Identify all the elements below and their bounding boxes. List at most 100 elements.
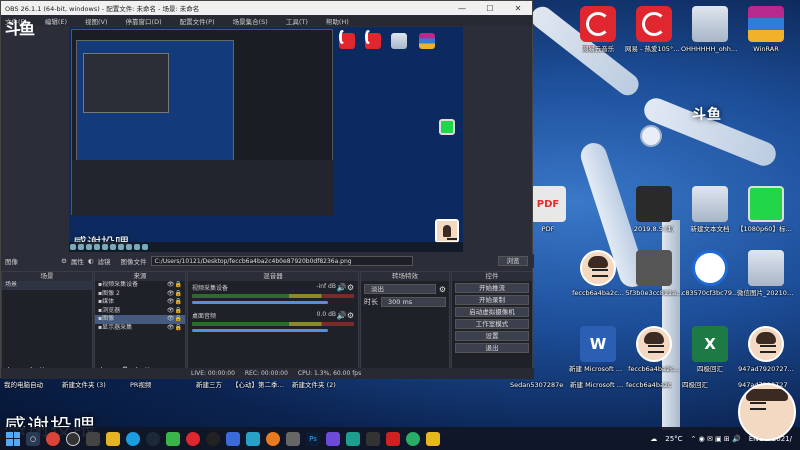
transition-select[interactable]: 淡出: [364, 284, 436, 294]
desktop-icon[interactable]: feccb6a4ba2c...: [626, 326, 682, 373]
app-icon-blue[interactable]: [226, 431, 240, 446]
desktop-icon-label[interactable]: 新建三方: [196, 381, 222, 389]
image-path-field[interactable]: C:/Users/10121/Desktop/feccb6a4ba2c4b0e8…: [150, 256, 413, 266]
source-item[interactable]: ▪ 图像 2 👁🔒: [95, 290, 185, 299]
app-icon-yellow[interactable]: [426, 431, 440, 446]
desktop-icon-label[interactable]: PR视频: [130, 381, 151, 389]
menu-docks[interactable]: 停靠窗口(D): [126, 16, 162, 26]
control-button[interactable]: 启动虚拟摄像机: [455, 307, 529, 317]
source-item[interactable]: ▪ 显示器采集 👁🔒: [95, 324, 185, 333]
app-icon-cyan[interactable]: [246, 431, 260, 446]
desktop-icon[interactable]: W 新建 Microsoft Word 文档: [569, 326, 627, 373]
steam-icon[interactable]: [146, 431, 160, 446]
windows-start-icon[interactable]: [6, 431, 20, 446]
source-item[interactable]: ▪ 图像 👁🔒: [95, 315, 185, 324]
app-icon-gray[interactable]: [286, 431, 300, 446]
desktop-icon-label[interactable]: Sedan5307287e: [510, 381, 563, 389]
volume-slider[interactable]: [192, 301, 328, 304]
folder-icon[interactable]: [106, 431, 120, 446]
preview-taskbar: [69, 242, 463, 252]
green-app-icon[interactable]: [166, 431, 180, 446]
wechat-icon[interactable]: [406, 431, 420, 446]
transition-settings-icon[interactable]: ⚙: [439, 285, 446, 294]
desktop-icon-label[interactable]: 【心动】第二季节奏混剪: [232, 381, 290, 389]
browse-button[interactable]: 浏览: [498, 256, 528, 266]
desktop-icon[interactable]: c83570cf3bc79...: [682, 250, 738, 297]
weather-temp[interactable]: 25°C: [665, 435, 682, 443]
duration-field[interactable]: 300 ms: [381, 297, 446, 307]
maximize-button[interactable]: ☐: [476, 4, 504, 13]
obs-preview[interactable]: 感谢投喂: [69, 27, 463, 252]
obs-icon[interactable]: [66, 431, 80, 446]
source-item[interactable]: ▪ 媒体 👁🔒: [95, 298, 185, 307]
visibility-eye-icon[interactable]: 👁🔒: [167, 307, 182, 316]
visibility-eye-icon[interactable]: 👁🔒: [167, 324, 182, 333]
app-icon-purple[interactable]: [326, 431, 340, 446]
desktop-icon[interactable]: 网易 - 热爱105°C的你: [625, 6, 683, 53]
weather-icon[interactable]: ☁: [650, 435, 657, 443]
menu-profile[interactable]: 配置文件(P): [180, 16, 215, 26]
preview-icon-avatar: [435, 219, 459, 243]
menu-tools[interactable]: 工具(T): [286, 16, 308, 26]
control-button[interactable]: 退出: [455, 343, 529, 353]
photoshop-icon[interactable]: Ps: [306, 431, 320, 446]
sources-list: ▪ 视频采集设备 👁🔒 ▪ 图像 2 👁🔒 ▪ 媒体 👁🔒 ▪ 浏览器 👁🔒 ▪ 图像 👁🔒 ▪ 显…: [95, 281, 185, 332]
source-item[interactable]: ▪ 视频采集设备 👁🔒: [95, 281, 185, 290]
filters-button[interactable]: 滤镜: [98, 256, 111, 266]
netease-icon[interactable]: [186, 431, 200, 446]
volume-slider[interactable]: [192, 329, 328, 332]
sources-dock: 来源 ▪ 视频采集设备 👁🔒 ▪ 图像 2 👁🔒 ▪ 媒体 👁🔒 ▪ 浏览器 👁🔒 ▪ 图像 👁🔒…: [94, 271, 186, 377]
tray-icons[interactable]: ⌃ ◉ ✉ ▣ ⊞ 🔊: [691, 435, 741, 443]
app-icon-red[interactable]: [386, 431, 400, 446]
menu-scene-collection[interactable]: 场景集合(S): [233, 16, 268, 26]
qq-icon[interactable]: [206, 431, 220, 446]
desktop-icon[interactable]: 947ad7920727...: [738, 326, 794, 373]
visibility-eye-icon[interactable]: 👁🔒: [167, 290, 182, 299]
app-icon-orange[interactable]: [266, 431, 280, 446]
desktop-icon[interactable]: feccb6a4ba2c...: [570, 250, 626, 297]
control-button[interactable]: 工作室模式: [455, 319, 529, 329]
scene-item[interactable]: 场景: [2, 281, 92, 290]
menu-help[interactable]: 帮助(H): [326, 16, 349, 26]
properties-button[interactable]: 属性: [71, 256, 84, 266]
close-button[interactable]: ✕: [504, 4, 532, 13]
visibility-eye-icon[interactable]: 👁🔒: [167, 298, 182, 307]
desktop-icon-label: 2019.8.5 (1): [633, 225, 675, 233]
visibility-eye-icon[interactable]: 👁🔒: [167, 281, 182, 290]
desktop-icon-label[interactable]: 新建文件夹 (2): [292, 381, 336, 389]
desktop-icon[interactable]: 新建文本文档: [682, 186, 738, 233]
desktop-icon[interactable]: X 四极回汇: [682, 326, 738, 373]
scene-item-label: 场景: [5, 281, 18, 288]
gear-icon[interactable]: ⚙: [61, 257, 67, 265]
source-item[interactable]: ▪ 浏览器 👁🔒: [95, 307, 185, 316]
desktop-icon-label[interactable]: 新建文件夹 (3): [62, 381, 106, 389]
desktop-icon-label[interactable]: 四极回汇: [682, 381, 708, 389]
desktop-icon[interactable]: 5f3b0e3cc811a...: [626, 250, 682, 297]
desktop-icon[interactable]: 2019.8.5 (1): [626, 186, 682, 233]
desktop-icon[interactable]: OHHHHHH_ohhh绿幕素材(附教程): [681, 6, 739, 53]
desktop-icon-label[interactable]: 新建 Microsoft Word 文档: [570, 381, 628, 389]
speaker-icon[interactable]: 🔊⚙: [337, 283, 354, 292]
desktop-icon[interactable]: WinRAR: [738, 6, 794, 53]
chrome-icon[interactable]: [46, 431, 60, 446]
app-icon[interactable]: [86, 431, 100, 446]
desktop-icon-label[interactable]: 我的电脑自动: [4, 381, 43, 389]
desktop-icon-label[interactable]: feccb6a4ba2c: [626, 381, 672, 389]
speaker-icon[interactable]: 🔊⚙: [337, 311, 354, 320]
desktop-icon-label: 网易云音乐: [581, 45, 615, 53]
control-button[interactable]: 设置: [455, 331, 529, 341]
desktop-icon[interactable]: 微信图片_20210722114...: [737, 250, 795, 297]
preview-nested-docks: [72, 160, 334, 216]
minimize-button[interactable]: —: [448, 4, 476, 13]
edge-icon[interactable]: [126, 431, 140, 446]
app-icon-dark[interactable]: [366, 431, 380, 446]
app-icon-teal[interactable]: [346, 431, 360, 446]
filter-icon[interactable]: ◐: [88, 257, 94, 265]
menu-view[interactable]: 视图(V): [85, 16, 108, 26]
visibility-eye-icon[interactable]: 👁🔒: [167, 315, 182, 324]
desktop-icon[interactable]: 网易云音乐: [570, 6, 626, 53]
search-icon[interactable]: ○: [26, 431, 40, 446]
control-button[interactable]: 开始推流: [455, 283, 529, 293]
control-button[interactable]: 开始录制: [455, 295, 529, 305]
desktop-icon[interactable]: 【1080p60】标准绿幕素材免费用!: [737, 186, 795, 233]
